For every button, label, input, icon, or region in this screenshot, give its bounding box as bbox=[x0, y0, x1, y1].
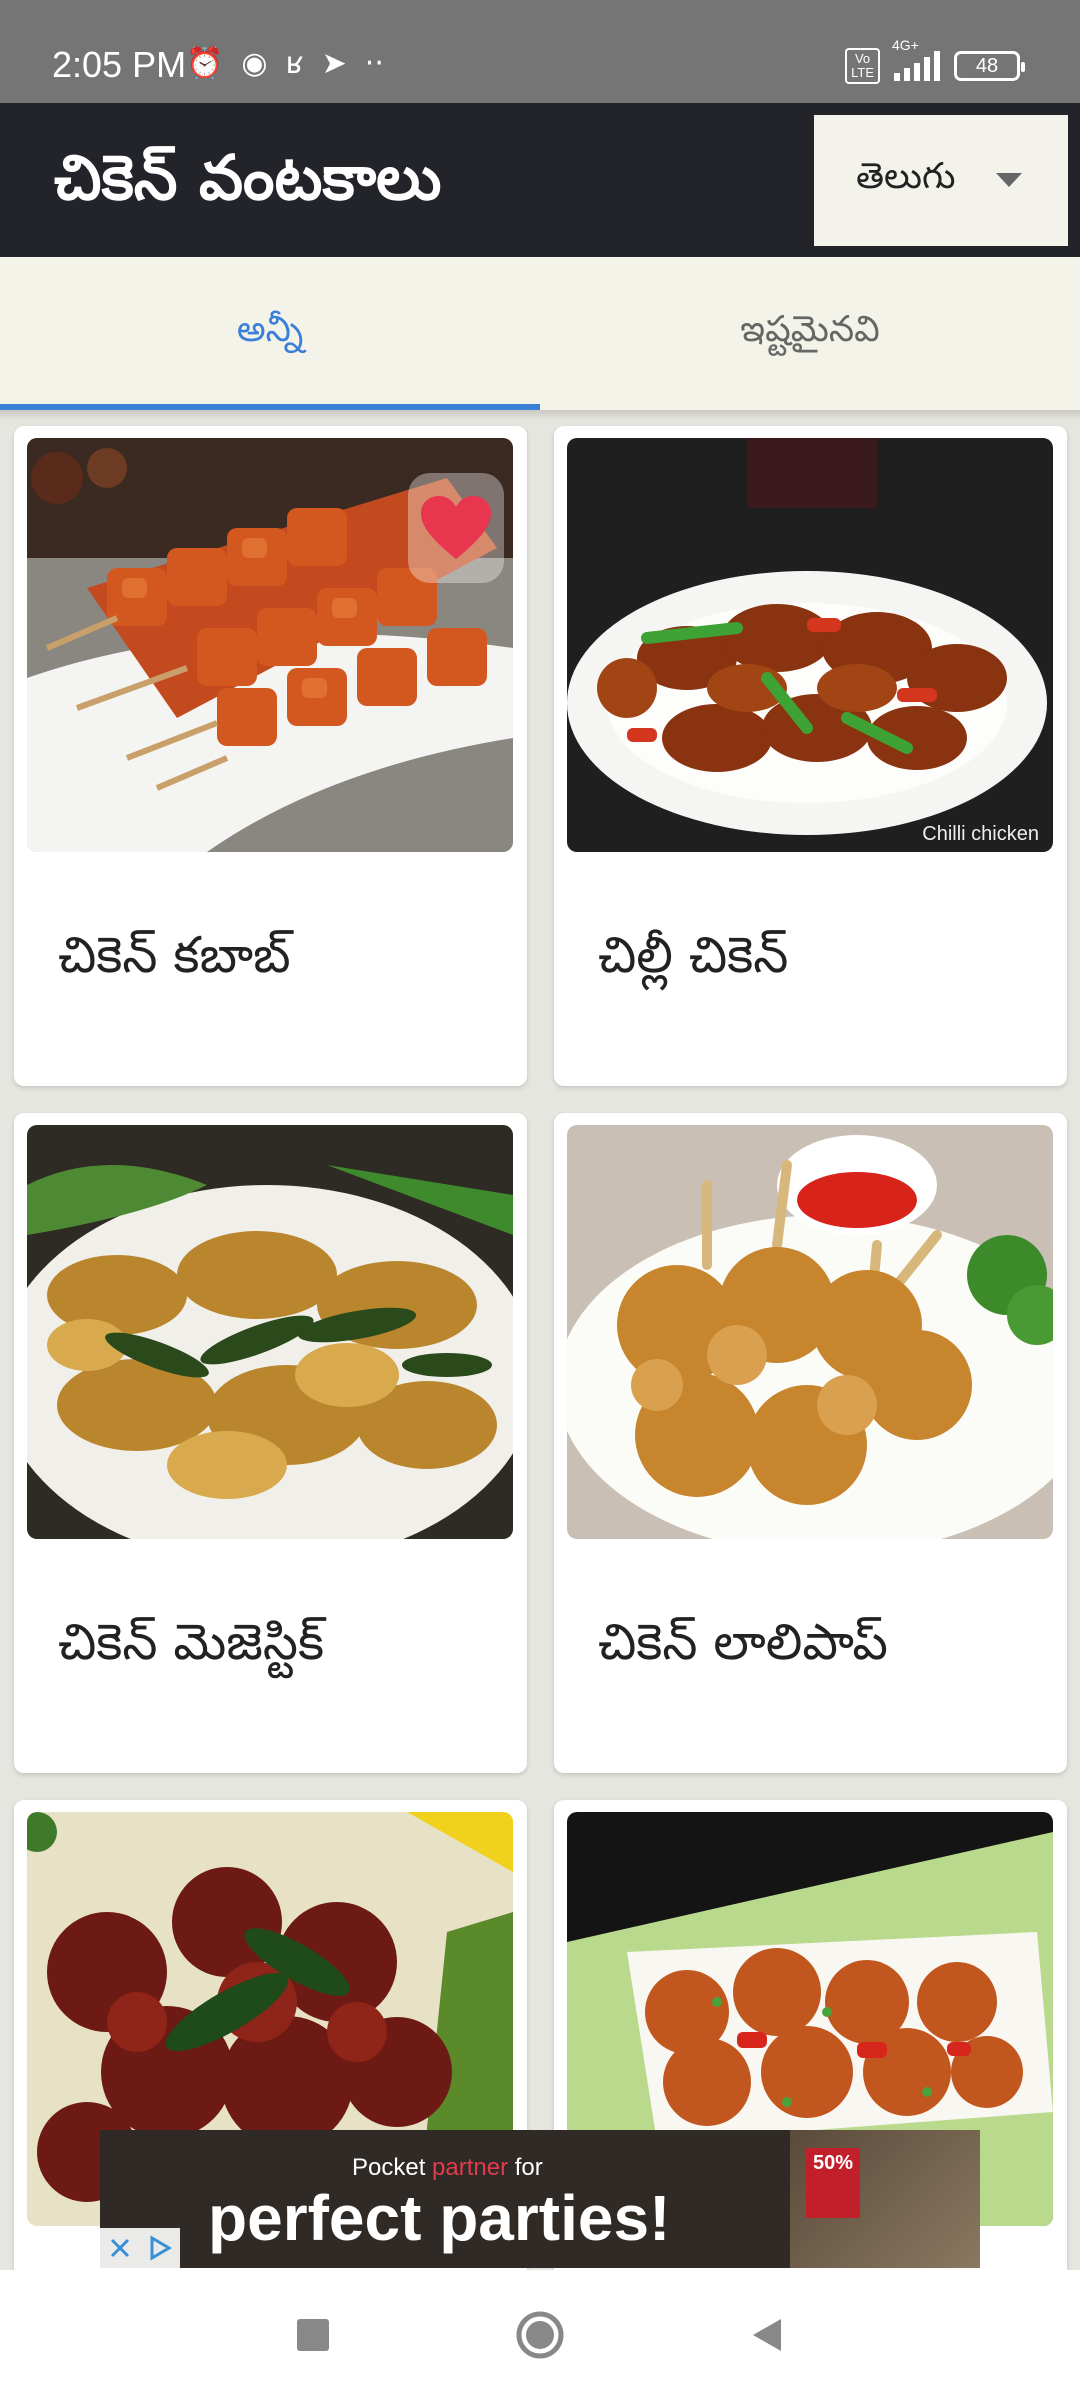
tab-bar: అన్నీ ఇష్టమైనవి bbox=[0, 257, 1080, 410]
ad-headline-b: for bbox=[508, 2154, 543, 2181]
system-nav-bar bbox=[0, 2270, 1080, 2400]
recipe-card-chilli-chicken[interactable]: Chilli chicken చిల్లీ చికెన్ bbox=[554, 426, 1067, 1086]
chrome-icon: ◉ bbox=[241, 46, 268, 81]
battery-level: 48 bbox=[975, 54, 999, 77]
square-icon bbox=[297, 2319, 330, 2351]
status-notification-icons: ⏰ ◉ ʁ ➤ ·· bbox=[186, 44, 384, 84]
ad-choices-icon[interactable] bbox=[140, 2228, 180, 2268]
status-system-icons: Vo LTE 4G+ 48 bbox=[845, 37, 1025, 86]
status-bar: 2:05 PM ⏰ ◉ ʁ ➤ ·· Vo LTE 4G+ 48 bbox=[0, 0, 1080, 103]
ad-sale-badge: 50% bbox=[806, 2148, 860, 2218]
telegram-icon: ➤ bbox=[321, 46, 347, 81]
recipe-image bbox=[567, 1125, 1053, 1539]
back-button[interactable] bbox=[737, 2305, 797, 2365]
network-type: 4G+ bbox=[892, 37, 919, 53]
chevron-down-icon bbox=[996, 173, 1022, 187]
ad-close-icon[interactable] bbox=[100, 2228, 140, 2268]
ad-tagline: perfect parties! bbox=[208, 2182, 671, 2254]
favorite-button[interactable] bbox=[408, 473, 504, 583]
recents-button[interactable] bbox=[283, 2305, 343, 2365]
ad-headline-accent: partner bbox=[432, 2154, 509, 2181]
signal-icon: 4G+ bbox=[892, 37, 940, 81]
tab-all[interactable]: అన్నీ bbox=[0, 257, 540, 410]
recipe-card-chicken-kebab[interactable]: చికెన్ కబాబ్ bbox=[14, 426, 527, 1086]
heart-icon bbox=[421, 496, 491, 559]
tab-favorites-label: ఇష్టమైనవి bbox=[740, 308, 880, 350]
app-title: చికెన్ వంటకాలు bbox=[54, 141, 442, 214]
alarm-icon: ⏰ bbox=[186, 46, 224, 81]
recipe-title: చిల్లీ చికెన్ bbox=[598, 926, 789, 984]
app-notification-icon: ʁ bbox=[285, 46, 304, 81]
status-time: 2:05 PM bbox=[52, 44, 187, 85]
ad-controls bbox=[100, 2228, 180, 2268]
ad-headline-a: Pocket bbox=[352, 2154, 433, 2181]
tab-all-label: అన్నీ bbox=[236, 308, 304, 350]
home-button[interactable] bbox=[510, 2305, 570, 2365]
recipe-title: చికెన్ లాలిపాప్ bbox=[598, 1613, 888, 1671]
recipe-title: చికెన్ కబాబ్ bbox=[58, 926, 291, 984]
more-notifications-icon: ·· bbox=[364, 46, 384, 81]
triangle-back-icon bbox=[752, 2319, 781, 2351]
recipe-image bbox=[27, 1125, 513, 1539]
recipe-card-chicken-majestic[interactable]: చికెన్ మెజెస్టిక్ bbox=[14, 1113, 527, 1773]
recipe-card-chicken-lollipop[interactable]: చికెన్ లాలిపాప్ bbox=[554, 1113, 1067, 1773]
circle-icon bbox=[516, 2311, 564, 2359]
recipe-title: చికెన్ మెజెస్టిక్ bbox=[58, 1613, 325, 1671]
language-dropdown[interactable]: తెలుగు bbox=[814, 115, 1068, 246]
ad-banner[interactable]: Pocket partner for perfect parties! 50% bbox=[100, 2130, 980, 2268]
image-caption: Chilli chicken bbox=[922, 823, 1039, 845]
language-selected-value: తెలుగు bbox=[856, 155, 956, 197]
tab-favorites[interactable]: ఇష్టమైనవి bbox=[540, 257, 1080, 410]
volte-icon: Vo LTE bbox=[845, 48, 880, 84]
recipe-image: Chilli chicken bbox=[567, 438, 1053, 852]
app-bar: చికెన్ వంటకాలు తెలుగు bbox=[0, 103, 1080, 257]
recipe-grid: చికెన్ కబాబ్ Chilli chicken చిల్లీ చికెన… bbox=[0, 410, 1080, 2270]
battery-icon: 48 bbox=[954, 51, 1025, 81]
